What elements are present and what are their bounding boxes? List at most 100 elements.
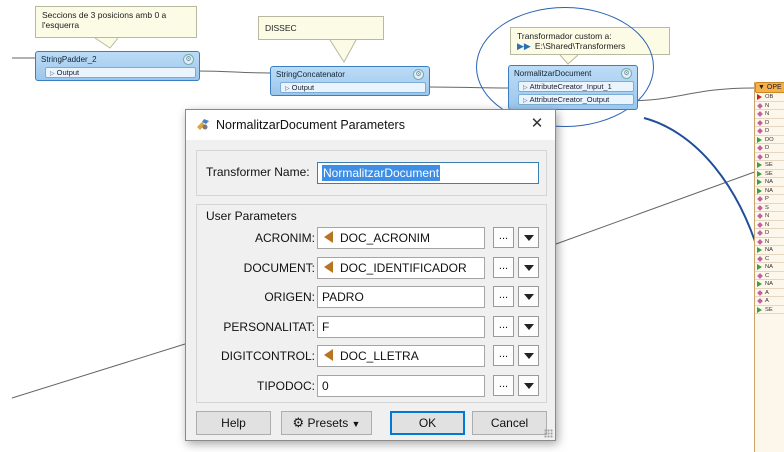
feature-attribute[interactable]: SE [755, 170, 784, 178]
dialog-titlebar[interactable]: NormalitzarDocument Parameters ✕ [186, 110, 555, 140]
param-value-input[interactable]: DOC_IDENTIFICADOR [317, 256, 485, 279]
attribute-value-icon [324, 349, 333, 361]
note-text: Seccions de 3 posicions amb 0 a l'esquer… [42, 10, 167, 30]
feature-attribute[interactable]: N [755, 221, 784, 229]
presets-label: Presets [307, 416, 349, 430]
comment-note-padder[interactable]: Seccions de 3 posicions amb 0 a l'esquer… [35, 6, 197, 38]
param-dropdown-button[interactable] [518, 256, 539, 278]
param-value-input[interactable]: PADRO [317, 286, 485, 308]
param-ellipsis-button[interactable]: ... [493, 256, 514, 278]
param-ellipsis-button[interactable]: ... [493, 227, 514, 248]
param-dropdown-button[interactable] [518, 315, 539, 337]
param-ellipsis-button[interactable]: ... [493, 374, 514, 396]
feature-attribute[interactable]: SE [755, 306, 784, 314]
input-port[interactable]: ▷ AttributeCreator_Input_1 [518, 81, 634, 92]
transformer-stringconcatenator[interactable]: StringConcatenator ⚙ ▷ Output [270, 66, 430, 96]
param-dropdown-button[interactable] [518, 374, 539, 396]
feature-attribute[interactable]: NA [755, 280, 784, 289]
param-label: TIPODOC: [256, 378, 315, 393]
comment-note-dissec[interactable]: DISSEC [258, 16, 384, 40]
param-ellipsis-button[interactable]: ... [493, 345, 514, 366]
param-label: ACRONIM: [255, 231, 315, 245]
param-value: DOC_LLETRA [340, 349, 419, 363]
param-value: DOC_IDENTIFICADOR [340, 260, 467, 275]
feature-attribute[interactable]: OB [755, 93, 784, 102]
dialog-title: NormalitzarDocument Parameters [216, 118, 405, 132]
param-label: PERSONALITAT: [223, 319, 315, 334]
ok-button[interactable]: OK [390, 411, 465, 435]
feature-attribute[interactable]: DO [755, 136, 784, 144]
param-label: DOCUMENT: [243, 260, 315, 275]
param-label: ORIGEN: [264, 290, 315, 304]
feature-attribute[interactable]: D [755, 127, 784, 136]
feature-attribute[interactable]: N [755, 102, 784, 110]
param-value-input[interactable]: DOC_LLETRA [317, 345, 485, 367]
feature-attribute[interactable]: N [755, 212, 784, 221]
gear-icon[interactable]: ⚙ [413, 69, 424, 80]
feature-attribute[interactable]: D [755, 229, 784, 238]
feature-attribute[interactable]: SE [755, 161, 784, 170]
feature-type-name: OPE [766, 84, 782, 91]
writer-feature-type[interactable]: ▼ OPE OB N N D D DO D D SE SE NA NA P S N N D N NA C NA C NA A A… [754, 82, 784, 452]
output-port[interactable]: ▷ Output [280, 82, 426, 93]
feature-attribute[interactable]: C [755, 272, 784, 280]
port-label: Output [56, 68, 80, 77]
param-value-input[interactable]: DOC_ACRONIM [317, 227, 485, 249]
transformer-name-group: Transformer Name: NormalitzarDocument [196, 150, 547, 196]
feature-attribute[interactable]: P [755, 195, 784, 204]
param-ellipsis-button[interactable]: ... [493, 286, 514, 307]
feature-attribute[interactable]: NA [755, 246, 784, 255]
transformer-title: StringConcatenator [276, 70, 345, 79]
feature-attribute[interactable]: D [755, 153, 784, 161]
param-value: F [322, 319, 330, 334]
close-button[interactable]: ✕ [527, 110, 547, 140]
feature-attribute[interactable]: N [755, 238, 784, 246]
transformer-name-label: Transformer Name: [206, 165, 310, 179]
feature-attribute[interactable]: N [755, 110, 784, 119]
feature-attribute[interactable]: NA [755, 178, 784, 187]
feature-attribute[interactable]: D [755, 119, 784, 127]
param-value: DOC_ACRONIM [340, 231, 431, 245]
feature-attribute[interactable]: S [755, 204, 784, 212]
fme-transformer-icon [197, 119, 209, 130]
port-label: AttributeCreator_Output [529, 95, 610, 104]
gear-icon[interactable]: ⚙ [621, 68, 632, 79]
port-arrow-icon: ▷ [523, 98, 528, 104]
wire-passing-2 [11, 343, 186, 399]
output-port[interactable]: ▷ AttributeCreator_Output [518, 94, 634, 105]
cancel-button[interactable]: Cancel [472, 411, 547, 435]
attribute-list: OB N N D D DO D D SE SE NA NA P S N N D N NA C NA C NA A A SE [755, 93, 784, 314]
feature-attribute[interactable]: NA [755, 263, 784, 272]
param-value-input[interactable]: 0 [317, 374, 485, 397]
user-parameters-group: User Parameters ACRONIM: DOC_ACRONIM... DO… [196, 204, 547, 403]
transformer-title: StringPadder_2 [41, 55, 97, 64]
help-button[interactable]: Help [196, 411, 271, 435]
cancel-label: Cancel [490, 416, 529, 430]
param-ellipsis-button[interactable]: ... [493, 315, 514, 337]
feature-attribute[interactable]: NA [755, 187, 784, 195]
feature-attribute[interactable]: A [755, 297, 784, 306]
output-port[interactable]: ▷ Output [45, 67, 196, 78]
presets-button[interactable]: ⚙ Presets ▼ [281, 411, 372, 435]
transformer-stringpadder[interactable]: StringPadder_2 ⚙ ▷ Output [35, 51, 200, 81]
param-dropdown-button[interactable] [518, 345, 539, 366]
param-value: PADRO [322, 290, 364, 304]
help-label: Help [221, 416, 246, 430]
wire-passing-1 [555, 169, 761, 245]
dropdown-arrow-icon: ▼ [351, 419, 361, 429]
param-dropdown-button[interactable] [518, 286, 539, 307]
attribute-value-icon [324, 231, 333, 243]
user-parameters-label: User Parameters [206, 209, 297, 223]
param-value-input[interactable]: F [317, 315, 485, 338]
transformer-name-input[interactable]: NormalitzarDocument [317, 162, 539, 184]
transformer-normalitzardocument[interactable]: NormalitzarDocument ⚙ ▷ AttributeCreator_… [508, 65, 638, 110]
feature-attribute[interactable]: C [755, 255, 784, 263]
wire-padder-concat [197, 70, 271, 74]
feature-attribute[interactable]: D [755, 144, 784, 153]
feature-attribute[interactable]: A [755, 289, 784, 297]
param-dropdown-button[interactable] [518, 227, 539, 248]
port-label: AttributeCreator_Input_1 [529, 82, 612, 91]
resize-grip[interactable] [544, 429, 553, 438]
gear-icon[interactable]: ⚙ [183, 54, 194, 65]
feature-type-header[interactable]: ▼ OPE [755, 82, 784, 93]
